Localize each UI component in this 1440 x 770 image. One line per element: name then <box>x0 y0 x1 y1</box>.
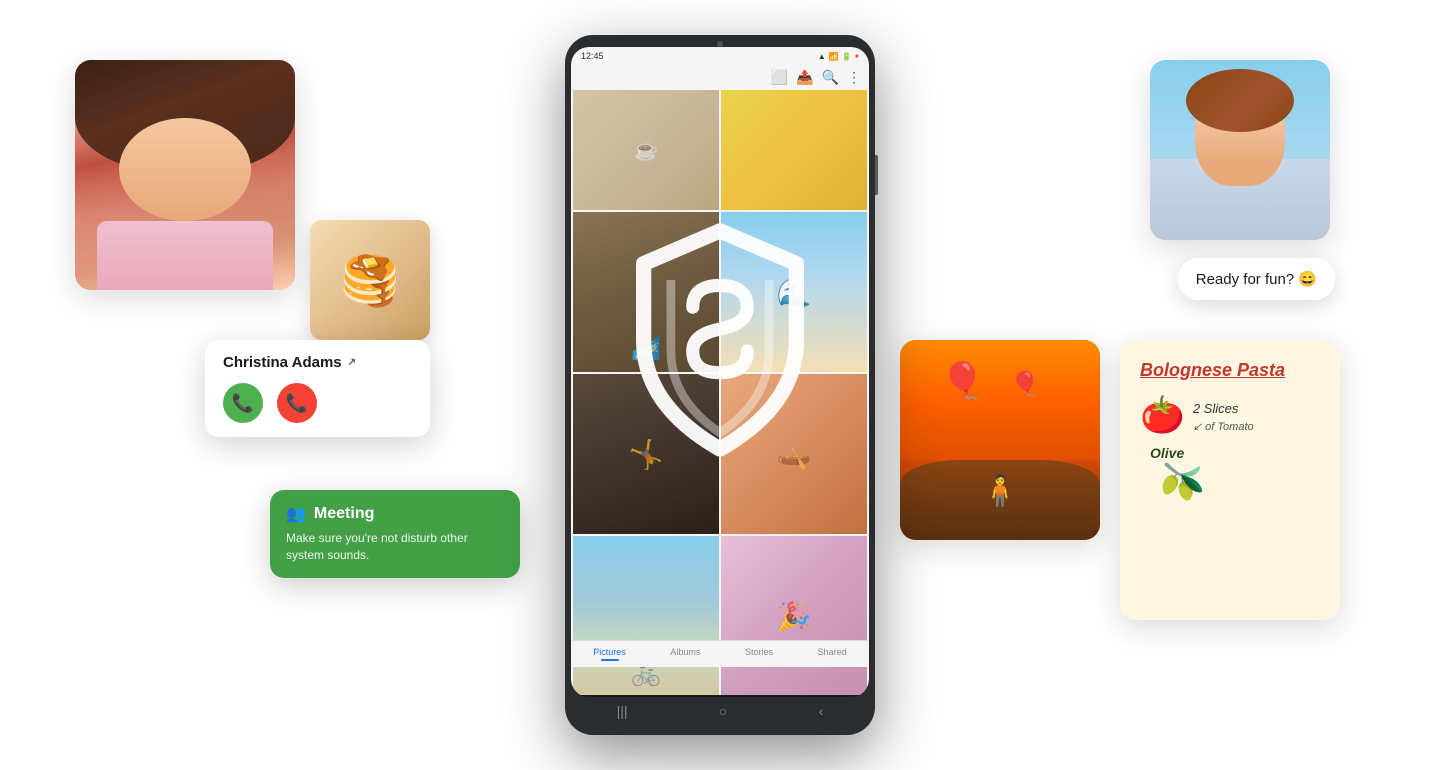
meeting-title: 👥 Meeting <box>286 504 504 524</box>
balloon-emoji-2: 🎈 <box>1010 370 1040 399</box>
active-tab-indicator <box>601 659 619 661</box>
gallery-nav-stories[interactable]: Stories <box>745 647 773 661</box>
accept-call-button[interactable]: 📞 <box>223 383 263 423</box>
gallery-toolbar: ⬜ 📤 🔍 ⋮ <box>571 65 869 90</box>
gallery-nav-albums[interactable]: Albums <box>670 647 700 661</box>
meeting-title-text: Meeting <box>314 505 374 523</box>
gallery-cell-4[interactable]: 🌊 <box>721 212 867 372</box>
gallery-cell-5[interactable]: 🤸 <box>573 374 719 534</box>
food-emoji: 🥞 <box>340 252 400 309</box>
profile-photo-left <box>75 60 295 290</box>
stories-tab-label: Stories <box>745 647 773 657</box>
gallery-cell-6[interactable]: 🛶 <box>721 374 867 534</box>
meeting-notification: 👥 Meeting Make sure you're not disturb o… <box>270 490 520 578</box>
gallery-cell-7[interactable]: 🚲 <box>573 536 719 695</box>
gallery-cell-2[interactable] <box>721 90 867 210</box>
tomato-quantity: 2 Slices <box>1193 397 1254 416</box>
tablet-screen: 12:45 ▲ 📶 🔋 ● ⬜ 📤 🔍 ⋮ ☕ <box>571 47 869 697</box>
recipe-tomato-item: 🍅 2 Slices ↙ of Tomato <box>1140 397 1320 433</box>
share-icon[interactable]: 📤 <box>796 69 813 86</box>
gallery-nav-pictures[interactable]: Pictures <box>593 647 626 661</box>
recents-button[interactable]: ||| <box>617 703 628 719</box>
call-notification: Christina Adams ↗ 📞 📞 <box>205 340 430 437</box>
call-name: Christina Adams ↗ <box>223 354 412 371</box>
pictures-tab-label: Pictures <box>593 647 626 657</box>
decline-call-button[interactable]: 📞 <box>277 383 317 423</box>
tomato-icon: 🍅 <box>1140 397 1185 433</box>
gallery-cell-1[interactable]: ☕ <box>573 90 719 210</box>
tablet: 12:45 ▲ 📶 🔋 ● ⬜ 📤 🔍 ⋮ ☕ <box>565 35 875 735</box>
status-icons: ▲ 📶 🔋 ● <box>818 52 859 61</box>
albums-tab-label: Albums <box>670 647 700 657</box>
tablet-camera <box>717 41 723 47</box>
olive-label: Olive <box>1150 445 1320 461</box>
meeting-body-text: Make sure you're not disturb other syste… <box>286 530 504 564</box>
message-text: Ready for fun? 😄 <box>1196 271 1317 288</box>
gallery-app: ⬜ 📤 🔍 ⋮ ☕ 🏄 <box>571 65 869 695</box>
gallery-grid: ☕ 🏄 🌊 <box>571 90 869 695</box>
shared-tab-label: Shared <box>818 647 847 657</box>
tomato-label: ↙ of Tomato <box>1193 416 1254 433</box>
tablet-status-bar: 12:45 ▲ 📶 🔋 ● <box>571 47 869 65</box>
more-options-icon[interactable]: ⋮ <box>847 69 861 86</box>
food-photo: 🥞 <box>310 220 430 340</box>
message-bubble: Ready for fun? 😄 <box>1178 258 1335 300</box>
signal-icon: 📶 <box>829 52 839 61</box>
gallery-bottom-nav: Pictures Albums Stories Shared <box>571 640 869 667</box>
status-time: 12:45 <box>581 51 604 61</box>
phone-accept-icon: 📞 <box>232 393 254 414</box>
phone-decline-icon: 📞 <box>286 393 308 414</box>
home-button[interactable]: ○ <box>719 703 727 719</box>
beach-profile-photo <box>1150 60 1330 240</box>
notification-dot: ● <box>855 53 859 60</box>
gallery-cell-8[interactable]: 🎉 <box>721 536 867 695</box>
caller-name-text: Christina Adams <box>223 354 342 371</box>
people-icon: 👥 <box>286 504 306 524</box>
recipe-card: Bolognese Pasta 🍅 2 Slices ↙ of Tomato O… <box>1120 340 1340 620</box>
recipe-title: Bolognese Pasta <box>1140 360 1320 381</box>
call-buttons: 📞 📞 <box>223 383 412 423</box>
balloon-photo: 🎈 🎈 🧍 <box>900 340 1100 540</box>
balloon-landscape: 🎈 🎈 🧍 <box>900 340 1100 540</box>
battery-icon: 🔋 <box>842 52 852 61</box>
gallery-cell-3[interactable]: 🏄 <box>573 212 719 372</box>
search-icon[interactable]: 🔍 <box>822 69 839 86</box>
wifi-icon: ▲ <box>818 52 826 61</box>
olive-icon: 🫒 <box>1160 461 1320 503</box>
recipe-olive-section: Olive 🫒 <box>1140 445 1320 503</box>
external-link-icon: ↗ <box>348 357 356 368</box>
android-nav-bar: ||| ○ ‹ <box>571 697 869 725</box>
balloon-emoji: 🎈 <box>940 360 985 402</box>
back-button[interactable]: ‹ <box>819 703 824 719</box>
tablet-side-button <box>875 155 878 195</box>
cast-icon[interactable]: ⬜ <box>771 69 788 86</box>
gallery-nav-shared[interactable]: Shared <box>818 647 847 661</box>
beach-scene <box>1150 60 1330 240</box>
person-icon: 🧍 <box>980 472 1020 510</box>
